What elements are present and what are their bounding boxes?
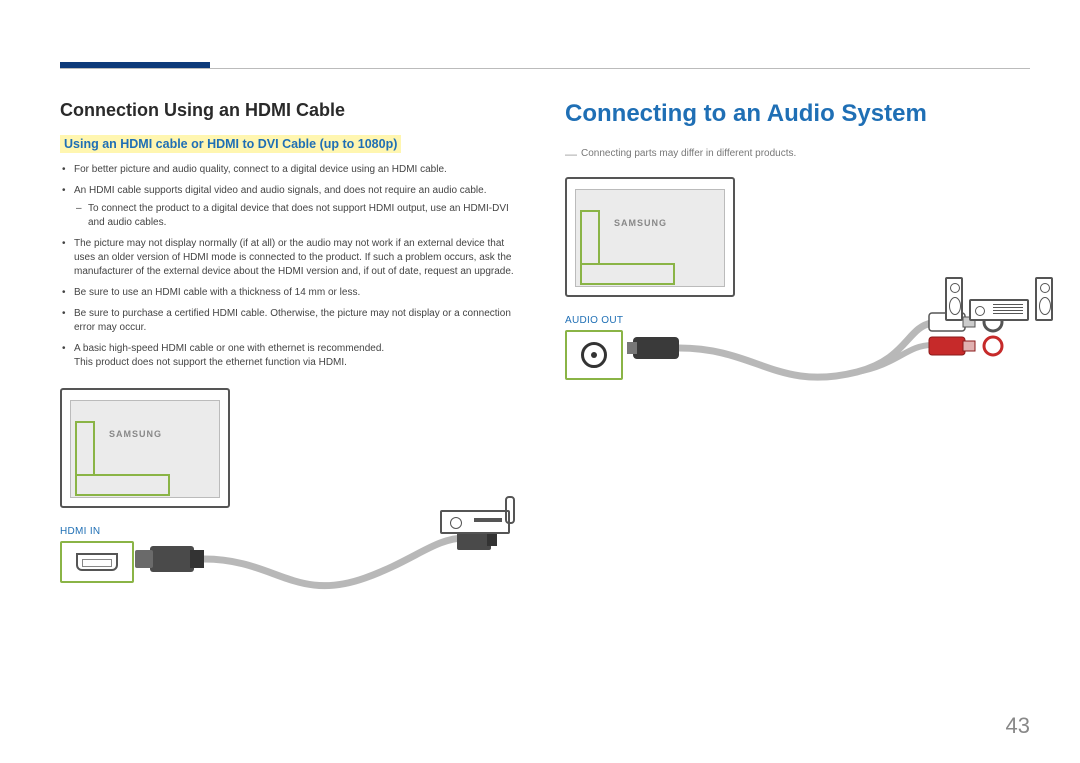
horizontal-rule bbox=[60, 68, 1030, 69]
page-number: 43 bbox=[1006, 713, 1030, 739]
left-bullet-list: For better picture and audio quality, co… bbox=[60, 163, 525, 370]
left-column: Connection Using an HDMI Cable Using an … bbox=[60, 100, 525, 608]
device-brand: SAMSUNG bbox=[109, 429, 162, 439]
dvd-player-icon bbox=[440, 510, 510, 534]
bullet-item: An HDMI cable supports digital video and… bbox=[60, 184, 525, 230]
hdmi-port-icon bbox=[76, 553, 118, 571]
device-brand: SAMSUNG bbox=[614, 218, 667, 228]
bullet-tail: This product does not support the ethern… bbox=[74, 357, 347, 368]
bullet-sub: To connect the product to a digital devi… bbox=[74, 202, 525, 230]
port-highlight bbox=[580, 263, 675, 285]
bullet-text: An HDMI cable supports digital video and… bbox=[74, 185, 487, 196]
audio-port-icon bbox=[581, 342, 607, 368]
right-heading: Connecting to an Audio System bbox=[565, 100, 1030, 128]
hdmi-diagram: SAMSUNG HDMI IN bbox=[60, 388, 525, 608]
port-highlight bbox=[75, 421, 95, 476]
right-note: Connecting parts may differ in different… bbox=[565, 148, 1030, 159]
hdmi-port-label: HDMI IN bbox=[60, 526, 134, 537]
speaker-icon bbox=[1035, 277, 1053, 321]
left-heading: Connection Using an HDMI Cable bbox=[60, 100, 525, 121]
port-highlight bbox=[75, 474, 170, 496]
bullet-text: Be sure to use an HDMI cable with a thic… bbox=[74, 287, 360, 298]
audio-port-label: AUDIO OUT bbox=[565, 315, 623, 326]
audio-port-box bbox=[565, 330, 623, 380]
amplifier-icon bbox=[969, 299, 1029, 321]
bullet-item: The picture may not display normally (if… bbox=[60, 237, 525, 279]
audio-system-icon bbox=[945, 277, 1053, 321]
port-highlight bbox=[580, 210, 600, 265]
bullet-text: Be sure to purchase a certified HDMI cab… bbox=[74, 308, 511, 333]
display-device: SAMSUNG bbox=[60, 388, 230, 508]
header-accent-bar bbox=[60, 62, 210, 68]
speaker-icon bbox=[945, 277, 963, 321]
bullet-item: For better picture and audio quality, co… bbox=[60, 163, 525, 177]
bullet-item: A basic high-speed HDMI cable or one wit… bbox=[60, 342, 525, 370]
right-column: Connecting to an Audio System Connecting… bbox=[565, 100, 1030, 608]
hdmi-port-box bbox=[60, 541, 134, 583]
bullet-item: Be sure to purchase a certified HDMI cab… bbox=[60, 307, 525, 335]
bullet-text: For better picture and audio quality, co… bbox=[74, 164, 447, 175]
remote-icon bbox=[505, 496, 515, 524]
audio-diagram: SAMSUNG AUDIO OUT bbox=[565, 177, 1030, 437]
left-subhead-highlight: Using an HDMI cable or HDMI to DVI Cable… bbox=[60, 135, 401, 153]
display-device: SAMSUNG bbox=[565, 177, 735, 297]
bullet-item: Be sure to use an HDMI cable with a thic… bbox=[60, 286, 525, 300]
bullet-text: A basic high-speed HDMI cable or one wit… bbox=[74, 343, 384, 354]
bullet-text: The picture may not display normally (if… bbox=[74, 238, 514, 277]
